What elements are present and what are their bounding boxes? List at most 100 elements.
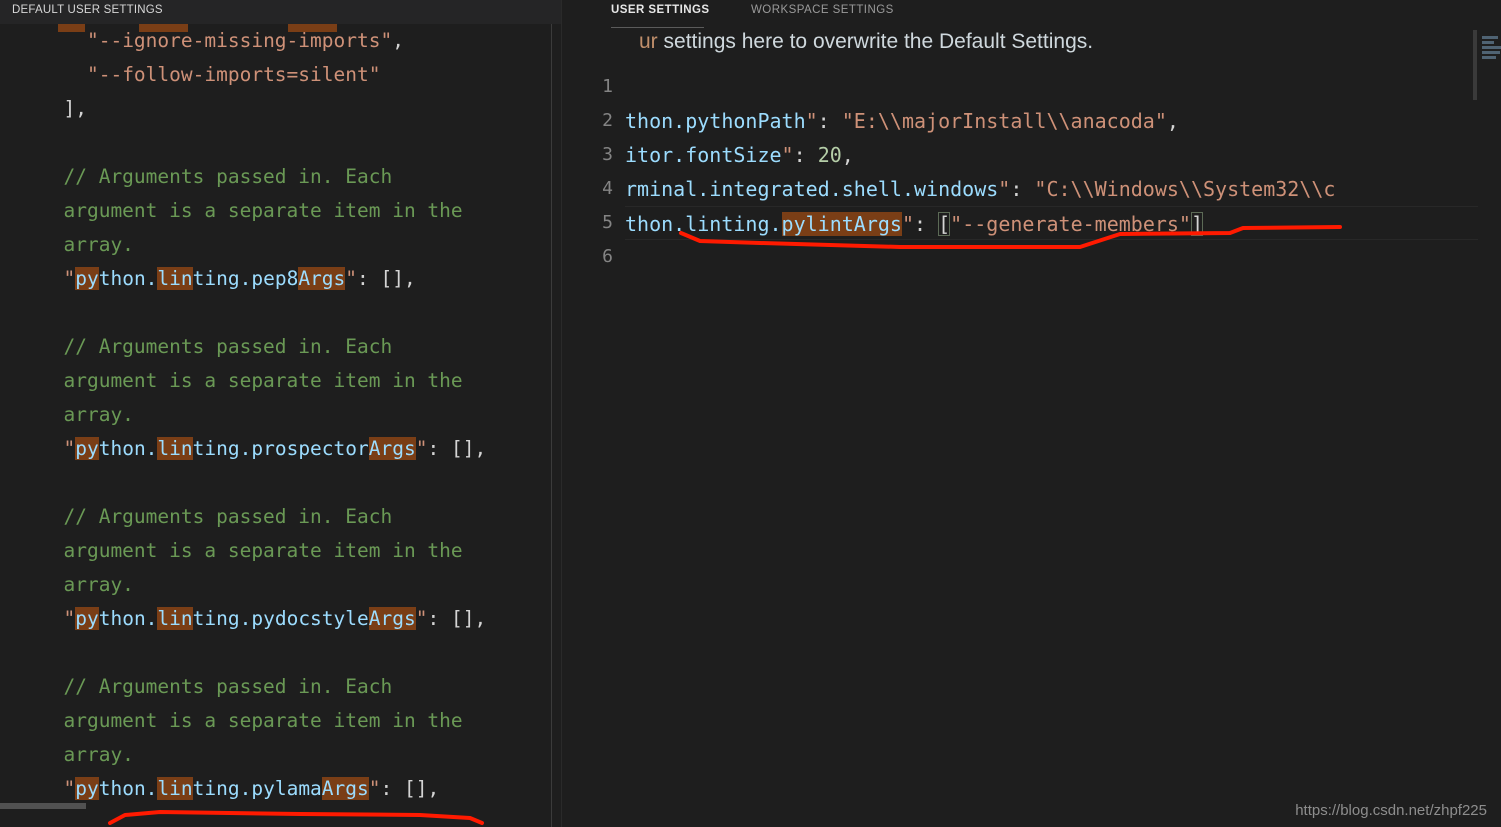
code-token: : [], <box>380 777 440 800</box>
code-token: , <box>1166 109 1179 133</box>
minimap-row <box>1482 41 1494 44</box>
code-token: thon. <box>98 267 158 290</box>
search-match: Args <box>368 607 416 630</box>
code-line[interactable]: // Arguments passed in. Each <box>0 330 548 364</box>
code-token: thon.linting. <box>625 212 782 236</box>
code-line[interactable]: // Arguments passed in. Each <box>0 160 548 194</box>
code-line[interactable]: array. <box>0 228 548 262</box>
search-match: py <box>75 267 99 290</box>
code-line[interactable]: argument is a separate item in the <box>0 534 548 568</box>
code-token: : [], <box>427 607 487 630</box>
default-settings-editor[interactable]: "--ignore-missing-imports", "--follow-im… <box>0 24 561 827</box>
code-line[interactable]: "--ignore-missing-imports", <box>0 24 548 58</box>
search-match: lin <box>157 607 193 630</box>
left-horizontal-scrollbar[interactable] <box>0 801 548 811</box>
default-settings-code[interactable]: "--ignore-missing-imports", "--follow-im… <box>0 24 548 827</box>
code-token: thon.pythonPath <box>625 109 806 133</box>
code-token: " <box>40 267 76 290</box>
active-tab-indicator <box>611 27 704 28</box>
default-settings-header: DEFAULT USER SETTINGS <box>0 0 561 25</box>
code-token: array. <box>40 233 134 256</box>
code-line[interactable] <box>0 296 548 330</box>
code-token: itor.fontSize <box>625 143 782 167</box>
code-token: " <box>415 607 428 630</box>
code-token: rminal.integrated.shell.windows <box>625 177 999 201</box>
code-line[interactable]: array. <box>0 398 548 432</box>
line-number: 2 <box>602 110 613 131</box>
code-line[interactable]: thon.pythonPath": "E:\\majorInstall\\ana… <box>625 104 1501 138</box>
code-token: // Arguments passed in. Each <box>40 335 393 358</box>
code-token: thon. <box>98 437 158 460</box>
search-match: pylintArgs <box>781 212 902 236</box>
code-token: "C:\\Windows\\System32\\c <box>1034 177 1336 201</box>
code-line[interactable]: // Arguments passed in. Each <box>0 500 548 534</box>
code-token: thon. <box>98 777 158 800</box>
search-match: lin <box>157 437 193 460</box>
code-token: array. <box>40 743 134 766</box>
code-line[interactable]: rminal.integrated.shell.windows": "C:\\W… <box>625 172 1501 206</box>
code-line[interactable] <box>625 240 1501 274</box>
code-token: : <box>817 109 842 133</box>
minimap-row <box>1482 36 1498 39</box>
code-line[interactable]: "python.linting.pep8Args": [], <box>0 262 548 296</box>
code-line[interactable] <box>0 636 548 670</box>
user-settings-editor[interactable]: ur settings here to overwrite the Defaul… <box>569 30 1501 827</box>
code-token: : [], <box>427 437 487 460</box>
line-number: 4 <box>602 178 613 199</box>
search-match: lin <box>157 267 193 290</box>
code-token: " <box>781 143 794 167</box>
code-token: array. <box>40 573 134 596</box>
code-line[interactable]: "--follow-imports=silent" <box>0 58 548 92</box>
search-match: py <box>75 437 99 460</box>
code-line[interactable] <box>0 126 548 160</box>
code-line[interactable] <box>625 70 1501 104</box>
editor-minimap[interactable] <box>1478 30 1501 827</box>
code-token: " <box>415 437 428 460</box>
code-token: : <box>1010 177 1035 201</box>
settings-intro-rest: settings here to overwrite the Default S… <box>657 30 1094 53</box>
code-line[interactable]: argument is a separate item in the <box>0 194 548 228</box>
code-line[interactable]: "python.linting.prospectorArgs": [], <box>0 432 548 466</box>
code-token: "E:\\majorInstall\\anacoda" <box>841 109 1167 133</box>
line-number: 1 <box>602 76 613 97</box>
code-token: // Arguments passed in. Each <box>40 165 393 188</box>
left-horizontal-scrollbar-thumb[interactable] <box>0 803 86 809</box>
code-token: ting.pep8 <box>192 267 299 290</box>
code-token: [ <box>938 212 951 236</box>
code-line[interactable]: argument is a separate item in the <box>0 364 548 398</box>
code-token: // Arguments passed in. Each <box>40 505 393 528</box>
code-line[interactable]: thon.linting.pylintArgs": ["--generate-m… <box>625 206 1501 240</box>
code-token: "--ignore-missing-imports" <box>86 29 393 52</box>
user-settings-code[interactable]: thon.pythonPath ": "E:\\majorInstall\\ana… <box>625 70 1501 827</box>
code-line[interactable]: itor.fontSize": 20, <box>625 138 1501 172</box>
code-token: : <box>914 212 939 236</box>
search-match: py <box>75 777 99 800</box>
code-token: " <box>368 777 381 800</box>
line-number-gutter: 1 2 3 4 5 6 <box>569 70 621 827</box>
code-line[interactable]: argument is a separate item in the <box>0 704 548 738</box>
search-match: py <box>75 607 99 630</box>
code-token: " <box>40 607 76 630</box>
tab-user-settings[interactable]: USER SETTINGS <box>611 4 710 22</box>
line-number: 6 <box>602 246 613 267</box>
minimap-slider[interactable] <box>1473 30 1477 100</box>
code-line[interactable]: "python.linting.pydocstyleArgs": [], <box>0 602 548 636</box>
code-line[interactable]: array. <box>0 738 548 772</box>
code-line[interactable]: ], <box>0 92 548 126</box>
code-token: // Arguments passed in. Each <box>40 675 393 698</box>
settings-tab-bar: USER SETTINGS WORKSPACE SETTINGS <box>569 0 1501 30</box>
minimap-row <box>1482 46 1501 49</box>
code-line[interactable]: array. <box>0 568 548 602</box>
code-token: argument is a separate item in the <box>40 199 463 222</box>
code-token: " <box>40 437 76 460</box>
code-token: "--follow-imports=silent" <box>86 63 381 86</box>
code-token: ] <box>1190 212 1204 236</box>
settings-intro-lead: ur <box>639 30 658 53</box>
code-line[interactable]: // Arguments passed in. Each <box>0 670 548 704</box>
code-token: " <box>901 212 915 236</box>
tab-workspace-settings[interactable]: WORKSPACE SETTINGS <box>751 4 894 22</box>
left-vertical-scrollbar[interactable] <box>552 24 561 827</box>
code-line[interactable] <box>0 466 548 500</box>
